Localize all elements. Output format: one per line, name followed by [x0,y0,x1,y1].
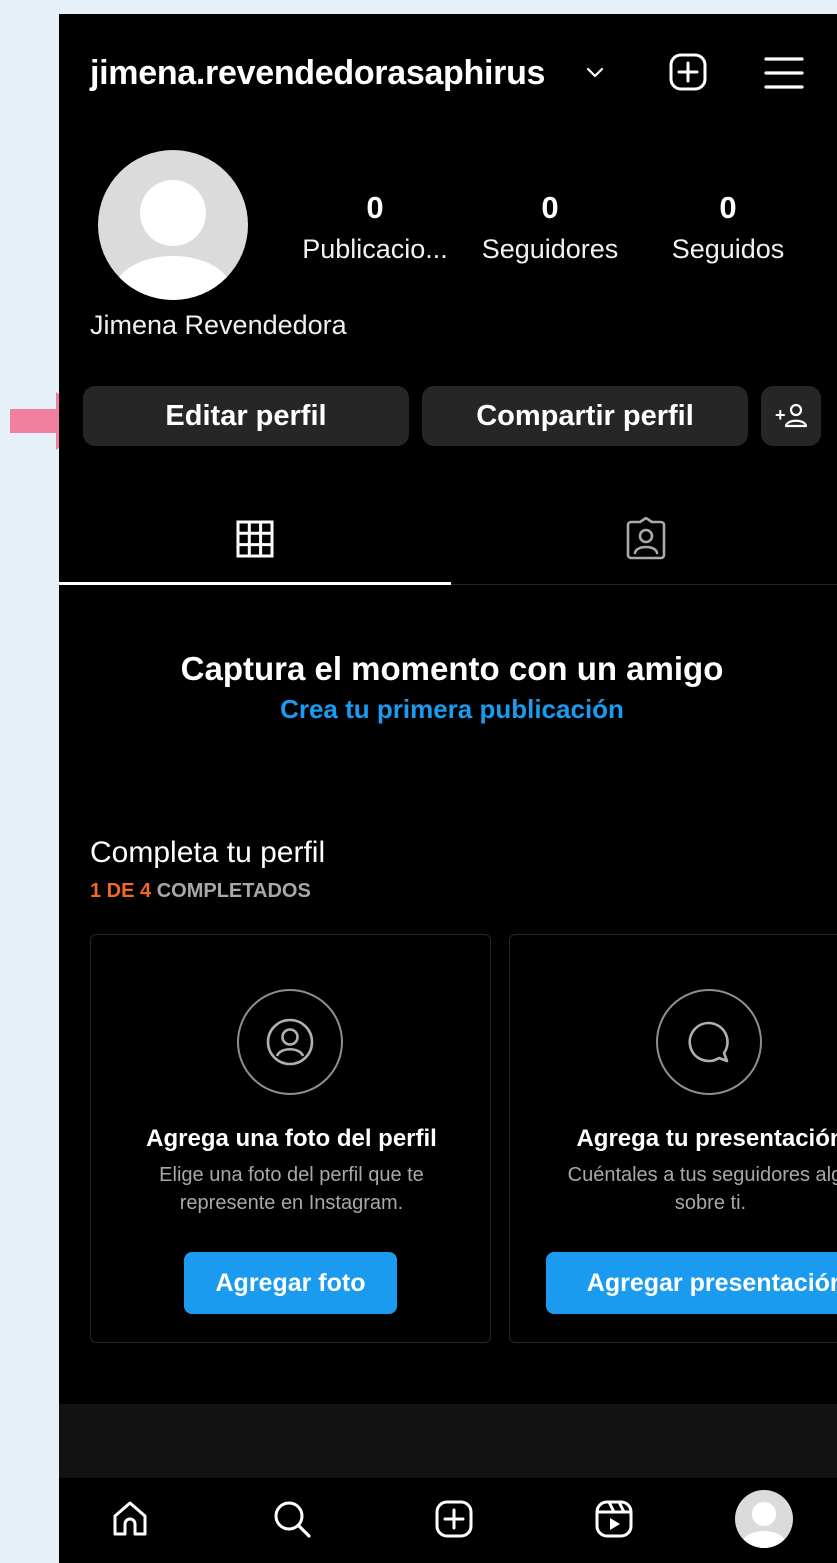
grid-icon [236,520,274,558]
followers-count[interactable]: 0 Seguidores [473,190,627,265]
tagged-person-icon [626,517,666,560]
share-profile-button[interactable]: Compartir perfil [422,386,748,446]
following-count[interactable]: 0 Seguidos [663,190,793,265]
following-count-number: 0 [719,190,737,225]
add-person-icon: + [775,403,808,428]
active-tab-indicator [59,582,451,585]
progress-label: COMPLETADOS [151,880,311,902]
add-person-plus: + [775,405,786,425]
empty-state-title: Captura el momento con un amigo [180,650,724,687]
card-description: Elige una foto del perfil que te represe… [159,1164,424,1214]
complete-profile-progress: 1 DE 4 COMPLETADOS [90,880,311,903]
complete-profile-title: Completa tu perfil [90,836,326,869]
posts-count[interactable]: 0 Publicacio... [295,190,455,265]
card-icon-circle [237,989,343,1095]
discover-people-button[interactable]: + [761,386,821,446]
hamburger-menu-icon[interactable] [763,54,805,92]
tab-posts-grid[interactable] [230,514,280,564]
progress-count: 1 DE 4 [90,880,152,902]
following-count-label: Seguidos [671,234,785,264]
profile-avatar-icon [742,1502,786,1548]
followers-count-number: 0 [541,190,559,225]
create-first-post-link[interactable]: Crea tu primera publicación [59,694,837,725]
card-description: Cuéntales a tus seguidores algo sobre ti… [567,1164,837,1214]
edit-profile-button[interactable]: Editar perfil [83,386,409,446]
content-bottom-strip [59,1404,837,1478]
chevron-down-icon[interactable] [586,66,604,80]
user-circle-icon [266,1018,314,1066]
nav-home[interactable] [107,1496,153,1542]
bottom-navigation [59,1478,837,1563]
nav-profile-avatar[interactable] [735,1490,793,1548]
nav-search[interactable] [269,1496,315,1542]
plus-square-icon[interactable] [668,52,708,92]
profile-header: jimena.revendedorasaphirus [59,14,837,132]
followers-count-label: Seguidores [481,234,619,264]
posts-count-label: Publicacio... [302,234,448,264]
add-bio-card: Agrega tu presentación Cuéntales a tus s… [509,934,837,1343]
tab-tagged[interactable] [621,514,671,564]
home-icon [113,1501,147,1536]
plus-square-icon [435,1500,473,1538]
avatar[interactable] [98,150,248,300]
card-icon-circle [656,989,762,1095]
profile-full-name: Jimena Revendedora [90,310,347,340]
add-photo-button[interactable]: Agregar foto [184,1252,397,1314]
card-title: Agrega tu presentación [576,1125,837,1152]
reels-icon [595,1500,633,1538]
account-switcher[interactable]: jimena.revendedorasaphirus [90,54,545,93]
default-avatar-icon [115,180,231,300]
card-title: Agrega una foto del perfil [146,1125,437,1152]
phone-screen: jimena.revendedorasaphirus 0 Publicacio.… [59,14,837,1563]
nav-reels[interactable] [591,1496,637,1542]
posts-count-number: 0 [366,190,384,225]
nav-create[interactable] [431,1496,477,1542]
add-bio-button[interactable]: Agregar presentación [546,1252,837,1314]
search-icon [274,1501,311,1538]
chat-bubble-icon [688,1021,729,1063]
add-photo-card: Agrega una foto del perfil Elige una fot… [90,934,491,1343]
